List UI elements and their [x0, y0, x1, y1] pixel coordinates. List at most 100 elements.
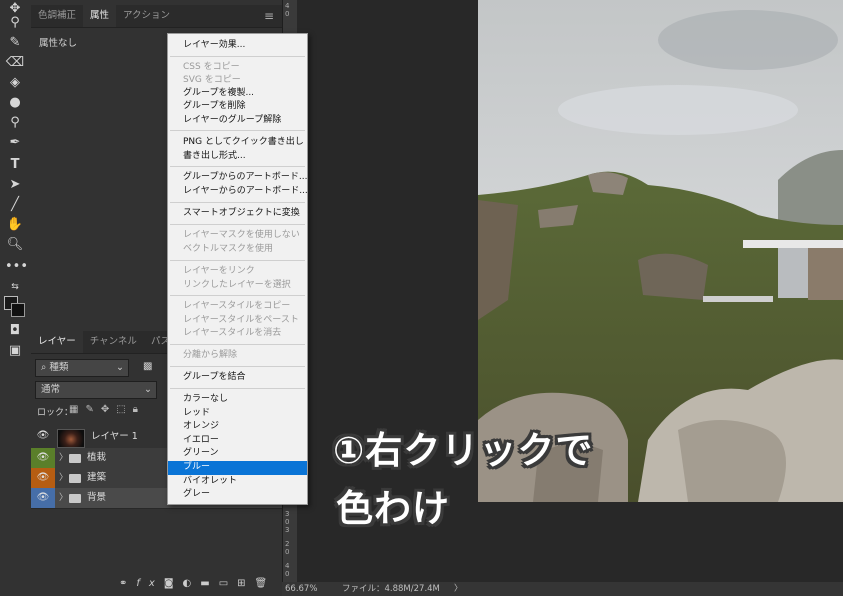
chevron-right-icon[interactable]: 〉: [59, 448, 68, 468]
menu-item: SVG をコピー: [183, 75, 241, 85]
ruler-tick: 4: [285, 562, 290, 570]
menu-item[interactable]: オレンジ: [168, 420, 307, 434]
line-tool-icon[interactable]: ╱: [5, 196, 25, 214]
layers-footer-icons[interactable]: ⚭fx◙◐▬▭⊞🗑︎: [119, 578, 276, 589]
ruler-tick: 4: [285, 2, 290, 10]
menu-separator: [170, 388, 305, 389]
ruler-tick: 3: [285, 510, 290, 518]
tab-actions[interactable]: アクション: [116, 5, 177, 27]
tab-layers[interactable]: レイヤー: [31, 331, 83, 353]
type-tool-icon[interactable]: T: [5, 156, 25, 174]
tab-channels[interactable]: チャンネル: [83, 331, 144, 353]
chevron-down-icon: ⌄: [116, 362, 124, 373]
layer-context-menu: レイヤー効果... CSS をコピー SVG をコピー グループを複製... グループを…: [167, 33, 308, 505]
lock-options-icons[interactable]: ▦✎✥⬚🔒︎: [69, 404, 145, 415]
menu-item[interactable]: バイオレット: [168, 475, 307, 489]
ruler-tick: 0: [285, 570, 290, 578]
panel-menu-icon[interactable]: ≡: [264, 9, 274, 23]
visibility-eye-icon[interactable]: 👁︎: [31, 448, 55, 468]
screen-mode-icon[interactable]: ▣: [5, 342, 25, 360]
menu-item[interactable]: PNG としてクイック書き出し: [168, 136, 307, 150]
blend-mode-select[interactable]: 通常 ⌄: [35, 381, 157, 399]
blend-mode-value: 通常: [41, 384, 61, 395]
menu-item[interactable]: レイヤー効果...: [168, 39, 307, 53]
tab-properties[interactable]: 属性: [83, 5, 117, 27]
lock-label: ロック：: [37, 408, 74, 418]
instruction-caption-line2: 色わけ: [336, 487, 450, 530]
ruler-tick: 3: [285, 526, 290, 534]
menu-item[interactable]: レイヤーからのアートボード...: [168, 185, 308, 199]
swap-colors-icon[interactable]: ⇆: [5, 278, 25, 296]
layer-name: 建築: [87, 472, 107, 483]
menu-item[interactable]: 書き出し形式...: [168, 150, 307, 164]
quick-mask-icon[interactable]: ◘: [5, 322, 25, 340]
visibility-eye-icon[interactable]: 👁︎: [31, 468, 55, 488]
healing-brush-icon[interactable]: ✎: [5, 34, 25, 52]
chevron-down-icon: ⌄: [144, 384, 152, 395]
menu-item[interactable]: グループを結合: [168, 371, 307, 385]
status-menu-arrow-icon[interactable]: 〉: [454, 582, 463, 596]
tools-toolbar: ✥ ⚲ ✎ ⌫ ◈ ● ⚲ ✒ T ➤ ╱ ✋ 🔍︎ ••• ⇆ ◘ ▣: [0, 0, 32, 596]
zoom-tool-icon[interactable]: 🔍︎: [5, 236, 25, 254]
stamp-tool-icon[interactable]: ⚲: [5, 14, 25, 32]
menu-item: レイヤースタイルをコピー: [183, 301, 291, 311]
dodge-tool-icon[interactable]: ⚲: [5, 114, 25, 132]
folder-icon: [69, 474, 81, 483]
visibility-eye-icon[interactable]: 👁︎: [31, 426, 55, 446]
zoom-level[interactable]: 66.67%: [285, 582, 317, 596]
menu-separator: [170, 56, 305, 57]
ruler-tick: 0: [285, 518, 290, 526]
layer-thumbnail: [57, 429, 85, 448]
paint-bucket-icon[interactable]: ◈: [5, 74, 25, 92]
background-color-swatch[interactable]: [11, 303, 25, 317]
menu-separator: [170, 295, 305, 296]
menu-separator: [170, 130, 305, 131]
pen-tool-icon[interactable]: ✒: [5, 134, 25, 152]
menu-separator: [170, 344, 305, 345]
menu-item: レイヤースタイルをペースト: [183, 315, 299, 325]
filter-kind-value: 種類: [49, 362, 69, 373]
layer-filter-select[interactable]: ⌕ 種類 ⌄: [35, 359, 129, 377]
properties-tabbar: 色調補正 属性 アクション ≡: [31, 5, 282, 28]
visibility-eye-icon[interactable]: 👁︎: [31, 488, 55, 508]
chevron-right-icon[interactable]: 〉: [59, 468, 68, 488]
layer-name: 植栽: [87, 452, 107, 463]
menu-item: CSS をコピー: [183, 62, 240, 72]
menu-item: レイヤースタイルを消去: [183, 328, 282, 338]
instruction-caption-line1: ①右クリックで: [333, 429, 594, 472]
menu-separator: [170, 366, 305, 367]
menu-separator: [170, 202, 305, 203]
folder-icon: [69, 494, 81, 503]
layer-name: レイヤー 1: [91, 431, 138, 442]
menu-item[interactable]: グレー: [168, 488, 307, 502]
menu-separator: [170, 166, 305, 167]
path-select-icon[interactable]: ➤: [5, 176, 25, 194]
layer-name: 背景: [87, 492, 107, 503]
menu-item: リンクしたレイヤーを選択: [183, 280, 291, 290]
hand-tool-icon[interactable]: ✋: [5, 216, 25, 234]
menu-item[interactable]: イエロー: [168, 434, 307, 448]
menu-item[interactable]: グループを複製...: [168, 87, 307, 101]
menu-item[interactable]: グループからのアートボード...: [168, 171, 308, 185]
folder-icon: [69, 454, 81, 463]
ruler-tick: 0: [285, 10, 290, 18]
menu-item[interactable]: カラーなし: [168, 393, 307, 407]
image-filter-icon[interactable]: ▩: [143, 361, 152, 372]
menu-item[interactable]: レイヤーのグループ解除: [168, 114, 307, 128]
menu-item[interactable]: スマートオブジェクトに変換: [168, 207, 307, 221]
menu-item[interactable]: グループを削除: [168, 100, 307, 114]
menu-separator: [170, 224, 305, 225]
no-properties-text: 属性なし: [39, 38, 78, 49]
tab-adjustments[interactable]: 色調補正: [31, 5, 83, 27]
menu-item[interactable]: グリーン: [168, 447, 307, 461]
menu-separator: [170, 260, 305, 261]
menu-item: レイヤーマスクを使用しない: [183, 230, 300, 240]
more-tools-icon[interactable]: •••: [5, 258, 28, 276]
chevron-right-icon[interactable]: 〉: [59, 488, 68, 508]
eraser-tool-icon[interactable]: ⌫: [5, 54, 25, 72]
menu-item: 分離から解除: [183, 350, 238, 360]
menu-item[interactable]: ブルー: [168, 461, 307, 475]
blur-tool-icon[interactable]: ●: [5, 94, 25, 112]
ruler-tick: 0: [285, 548, 290, 556]
menu-item[interactable]: レッド: [168, 407, 307, 421]
